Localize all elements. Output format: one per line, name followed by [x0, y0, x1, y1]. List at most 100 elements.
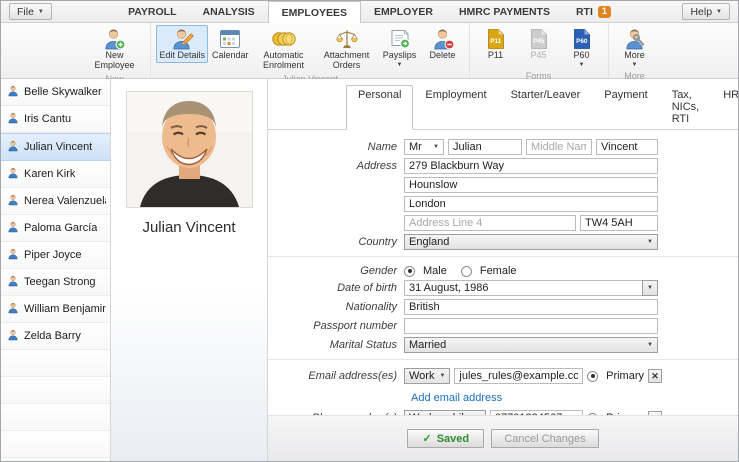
employee-mini-icon [7, 167, 19, 182]
ribbon-item-label: Calendar [212, 50, 249, 60]
menu-tab-label: HMRC PAYMENTS [458, 6, 550, 18]
tab-payment[interactable]: Payment [592, 85, 659, 130]
chevron-down-icon: ▼ [647, 342, 653, 348]
email-primary-radio[interactable] [587, 370, 599, 382]
menu-tab-payroll[interactable]: PAYROLL [115, 1, 189, 23]
employee-list-item-nerea-valenzuela[interactable]: Nerea Valenzuela [1, 188, 110, 215]
cancel-changes-button[interactable]: Cancel Changes [491, 429, 599, 448]
personal-form: Name Mr ▼ Address [268, 130, 738, 415]
employee-list-item-zelda-barry[interactable]: Zelda Barry [1, 323, 110, 350]
address-line3-input[interactable] [404, 196, 658, 212]
email-input[interactable] [454, 368, 584, 384]
employee-mini-icon [7, 221, 19, 236]
country-value: England [409, 236, 450, 248]
employee-list-item-paloma-garc-a[interactable]: Paloma García [1, 215, 110, 242]
dob-input[interactable] [404, 280, 642, 296]
dob-datepicker[interactable]: ▼ [404, 280, 658, 296]
ribbon-item-label: Edit Details [159, 50, 205, 60]
delete-employee-icon [431, 28, 455, 51]
employee-list-item-julian-vincent[interactable]: Julian Vincent [1, 133, 110, 161]
p45-button[interactable]: P45 P45 [518, 25, 560, 63]
middle-name-input[interactable] [526, 139, 592, 155]
tab-tax-nics-rti[interactable]: Tax, NICs, RTI [660, 85, 712, 130]
passport-label: Passport number [313, 320, 397, 332]
payslips-button[interactable]: Payslips ▼ [379, 25, 421, 70]
title-value: Mr [409, 141, 422, 153]
title-select[interactable]: Mr ▼ [404, 139, 444, 155]
phone-primary-radio[interactable] [587, 412, 599, 415]
last-name-input[interactable] [596, 139, 658, 155]
tab-hr[interactable]: HR [711, 85, 738, 130]
employee-list: Belle Skywalker Iris Cantu Julian Vincent K… [1, 79, 111, 461]
gender-male-label: Male [423, 265, 447, 277]
more-button[interactable]: More ▼ [614, 25, 656, 70]
gender-label: Gender [360, 265, 397, 277]
employee-photo[interactable] [125, 91, 253, 208]
employee-list-item-label: Nerea Valenzuela [24, 195, 106, 207]
saved-button[interactable]: ✓ Saved [407, 429, 485, 448]
p11-button[interactable]: P11 P11 [475, 25, 517, 63]
employee-list-item-karen-kirk[interactable]: Karen Kirk [1, 161, 110, 188]
address-line4-input[interactable] [404, 215, 576, 231]
edit-details-button[interactable]: Edit Details [156, 25, 208, 63]
tab-personal[interactable]: Personal [346, 85, 414, 130]
address-line2-input[interactable] [404, 177, 658, 193]
ribbon-toolbar: New EmployeeNew Edit Details Calendar Autom… [1, 23, 738, 84]
delete-button[interactable]: Delete [422, 25, 464, 63]
section-divider [268, 359, 738, 360]
menu-tab-employees[interactable]: EMPLOYEES [267, 1, 362, 23]
marital-status-select[interactable]: Married ▼ [404, 337, 658, 353]
employee-list-item-label: Teegan Strong [24, 276, 96, 288]
postcode-input[interactable] [580, 215, 658, 231]
employee-list-item-piper-joyce[interactable]: Piper Joyce [1, 242, 110, 269]
country-select[interactable]: England ▼ [404, 234, 658, 250]
employee-list-empty-row [1, 431, 110, 458]
employee-list-item-teegan-strong[interactable]: Teegan Strong [1, 269, 110, 296]
detail-tabs: Personal Employment Starter/Leaver Payment T… [268, 85, 738, 130]
employee-list-item-label: William Benjamin [24, 303, 106, 315]
employee-mini-icon [7, 85, 19, 100]
nationality-input[interactable] [404, 299, 658, 315]
chevron-down-icon: ▼ [433, 144, 439, 150]
content-area: Belle Skywalker Iris Cantu Julian Vincent K… [1, 79, 738, 461]
employee-list-item-iris-cantu[interactable]: Iris Cantu [1, 106, 110, 133]
employee-list-item-belle-skywalker[interactable]: Belle Skywalker [1, 79, 110, 106]
file-menu-button[interactable]: File ▼ [9, 3, 52, 20]
menu-tab-employer[interactable]: EMPLOYER [361, 1, 446, 23]
help-menu-button[interactable]: Help ▼ [682, 3, 730, 20]
new-employee-button[interactable]: New Employee [83, 25, 145, 73]
tab-starter-leaver[interactable]: Starter/Leaver [499, 85, 593, 130]
menu-tab-hmrc-payments[interactable]: HMRC PAYMENTS [446, 1, 563, 23]
p60-button[interactable]: P60 P60 ▼ [561, 25, 603, 70]
menu-tab-analysis[interactable]: ANALYSIS [190, 1, 268, 23]
email-label: Email address(es) [308, 370, 397, 382]
gender-male-radio[interactable] [404, 265, 415, 277]
chevron-down-icon: ▼ [439, 373, 446, 379]
add-email-link[interactable]: Add email address [411, 392, 502, 404]
menu-tab-rti[interactable]: RTI 1 [563, 1, 624, 23]
employee-list-item-label: Zelda Barry [24, 330, 81, 342]
chevron-down-icon: ▼ [396, 61, 403, 68]
first-name-input[interactable] [448, 139, 522, 155]
dob-dropdown-button[interactable]: ▼ [642, 280, 658, 296]
p45-form-icon: P45 [528, 28, 550, 51]
address-line1-input[interactable] [404, 158, 658, 174]
employee-detail-panel: Personal Employment Starter/Leaver Payment T… [268, 79, 738, 461]
employee-list-empty-row [1, 404, 110, 431]
email-delete-button[interactable]: ✕ [648, 369, 662, 383]
attachment-orders-button[interactable]: Attachment Orders [316, 25, 378, 73]
tab-employment[interactable]: Employment [413, 85, 498, 130]
calendar-button[interactable]: Calendar [209, 25, 252, 63]
chevron-down-icon: ▼ [716, 8, 722, 15]
p60-form-icon: P60 [571, 28, 593, 51]
employee-list-item-label: Piper Joyce [24, 249, 82, 261]
ribbon-group-more: More ▼ More [607, 23, 661, 81]
automatic-enrolment-button[interactable]: Automatic Enrolment [253, 25, 315, 73]
ribbon-group-forms: P11 P11 P45 P45 P60 P60 ▼ Forms [468, 23, 608, 81]
passport-input[interactable] [404, 318, 658, 334]
email-type-select[interactable]: Work ▼ [404, 368, 451, 384]
employee-list-item-william-benjamin[interactable]: William Benjamin [1, 296, 110, 323]
chevron-down-icon: ▼ [37, 8, 44, 15]
form-footer: ✓ Saved Cancel Changes [268, 415, 738, 461]
gender-female-radio[interactable] [460, 265, 472, 277]
